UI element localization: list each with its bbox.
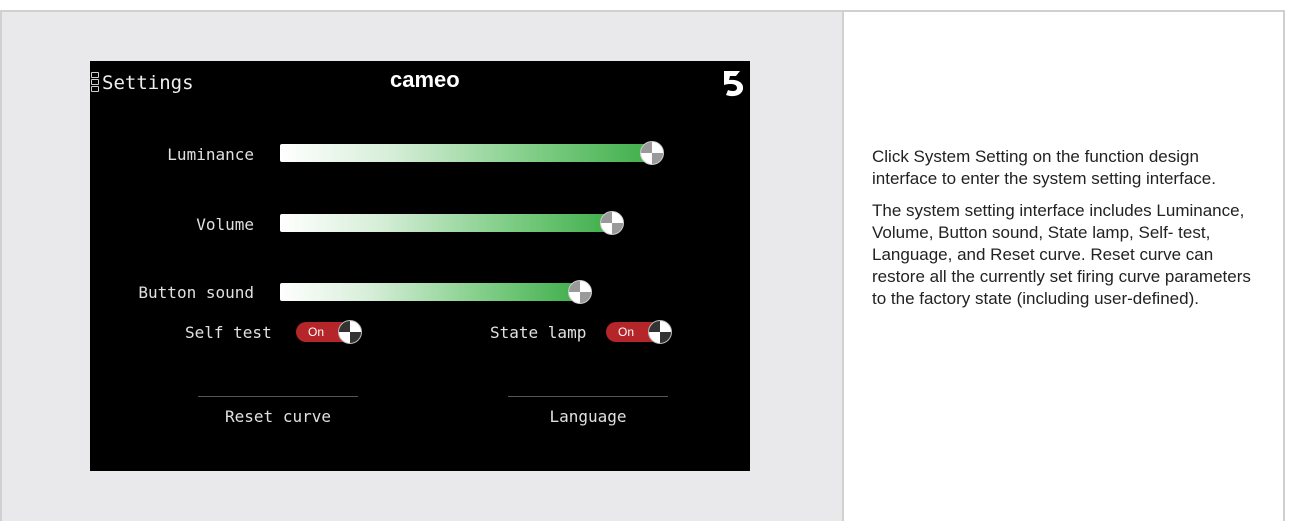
description-paragraph: Click System Setting on the function des… [872,147,1216,188]
button-sound-track [280,283,580,301]
state-lamp-knob [648,320,672,344]
volume-knob[interactable] [600,211,624,235]
luminance-track [280,144,652,162]
self-test-knob [338,320,362,344]
description-text: Click System Setting on the function des… [872,146,1267,320]
luminance-slider[interactable] [280,141,680,165]
settings-icon [90,71,100,93]
luminance-knob[interactable] [640,141,664,165]
state-lamp-label: State lamp [490,323,587,342]
back-icon[interactable] [720,68,746,98]
reset-curve-button[interactable]: Reset curve [198,396,358,431]
volume-slider[interactable] [280,211,680,235]
button-sound-label: Button sound [138,283,254,302]
volume-label: Volume [196,215,254,234]
luminance-label: Luminance [167,145,254,164]
brand-logo: cameo [390,67,460,92]
self-test-label: Self test [185,323,272,342]
description-paragraph: The system setting interface includes Lu… [872,201,1251,308]
settings-screen: Settings cameo Luminance Volume Button s… [90,61,750,471]
document-page: Settings cameo Luminance Volume Button s… [0,0,1292,521]
volume-track [280,214,612,232]
screen-title: Settings [102,72,194,94]
self-test-toggle[interactable]: On [296,320,362,344]
button-sound-knob[interactable] [568,280,592,304]
button-sound-slider[interactable] [280,280,680,304]
language-button[interactable]: Language [508,396,668,431]
state-lamp-toggle[interactable]: On [606,320,672,344]
